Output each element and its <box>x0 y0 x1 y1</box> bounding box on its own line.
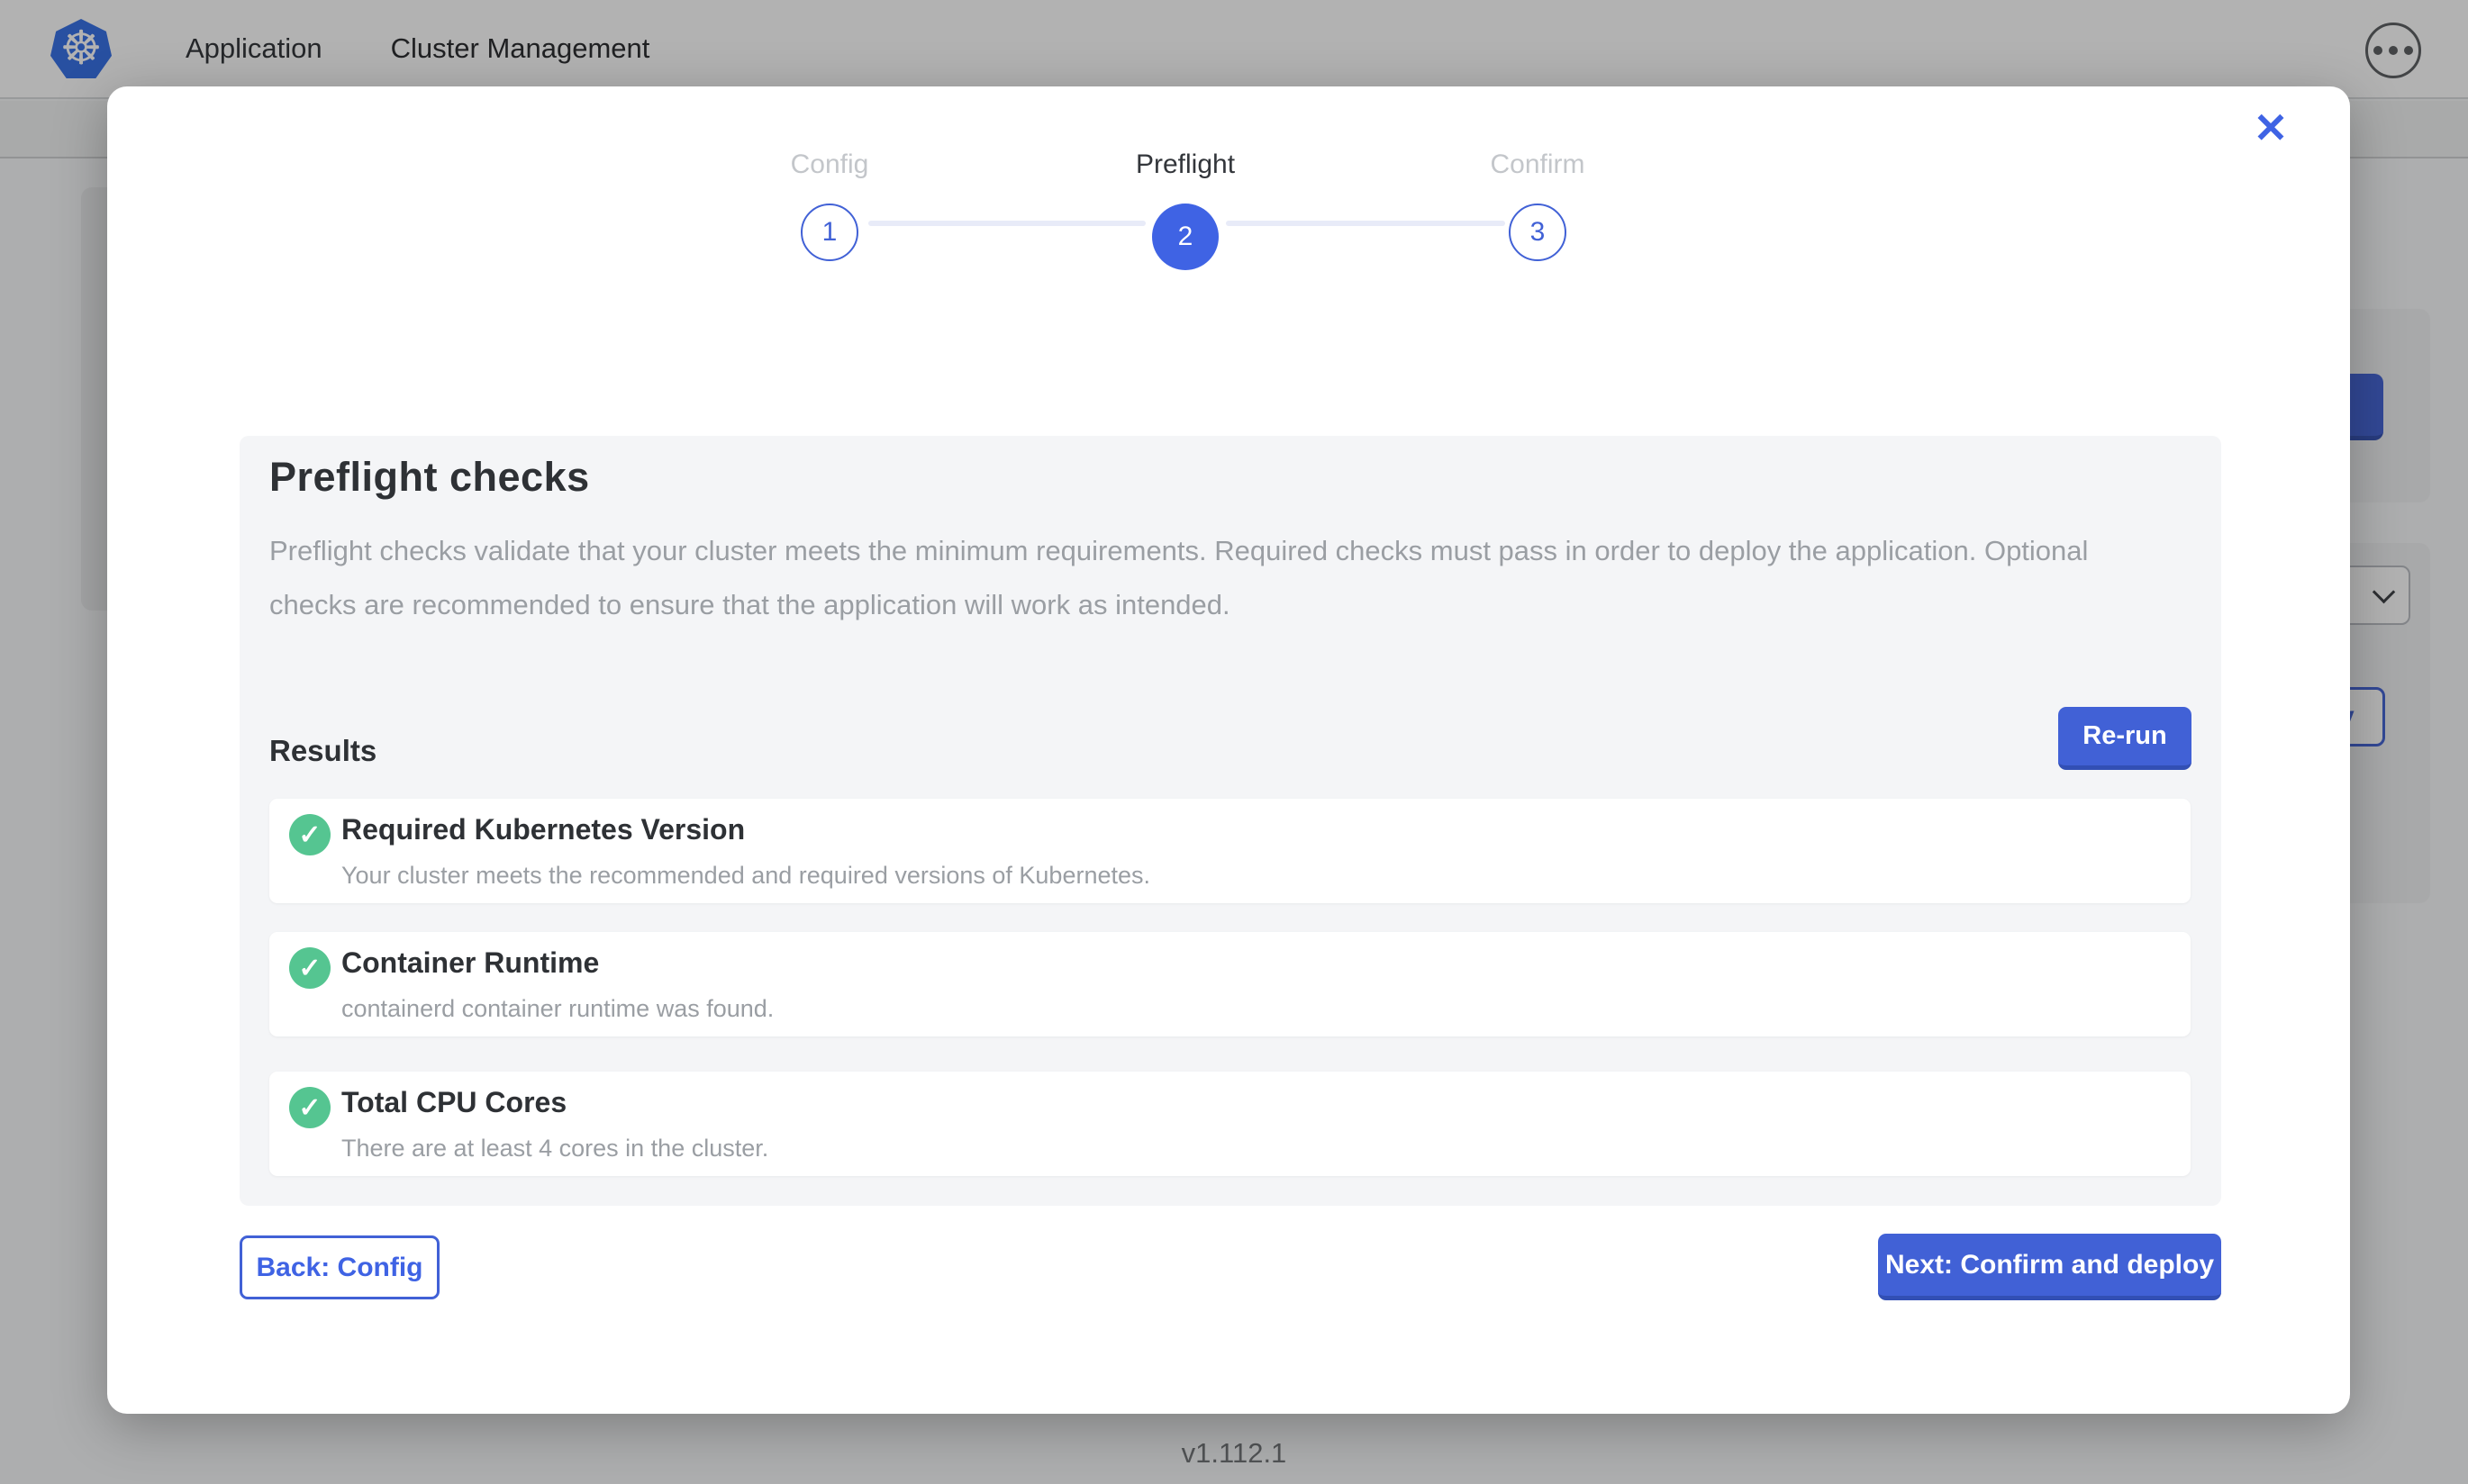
step-number-circle: 2 <box>1152 204 1219 270</box>
step-label: Confirm <box>1420 149 1655 180</box>
check-title: Container Runtime <box>341 946 599 980</box>
results-bar: Results Re-run <box>269 707 2191 775</box>
check-message: There are at least 4 cores in the cluste… <box>341 1135 768 1163</box>
check-row: ✓ Container Runtime containerd container… <box>269 932 2191 1036</box>
preflight-description: Preflight checks validate that your clus… <box>269 524 2143 632</box>
stepper-connector <box>868 221 1146 226</box>
check-title: Total CPU Cores <box>341 1086 567 1119</box>
step-number-circle: 3 <box>1509 204 1566 261</box>
stepper-step-config[interactable]: Config 1 <box>712 149 947 261</box>
page-title: Preflight checks <box>269 454 2191 501</box>
check-row: ✓ Total CPU Cores There are at least 4 c… <box>269 1072 2191 1176</box>
check-pass-icon: ✓ <box>289 814 331 855</box>
check-pass-icon: ✓ <box>289 947 331 989</box>
check-title: Required Kubernetes Version <box>341 813 745 846</box>
check-pass-icon: ✓ <box>289 1087 331 1128</box>
back-config-button[interactable]: Back: Config <box>240 1235 440 1299</box>
step-label: Preflight <box>1068 149 1302 180</box>
stepper-step-preflight[interactable]: Preflight 2 <box>1068 149 1302 270</box>
preflight-modal: ✕ Config 1 Preflight 2 Confirm 3 Preflig… <box>107 86 2350 1414</box>
check-row: ✓ Required Kubernetes Version Your clust… <box>269 799 2191 903</box>
check-message: containerd container runtime was found. <box>341 995 774 1023</box>
stepper-step-confirm[interactable]: Confirm 3 <box>1420 149 1655 261</box>
preflight-panel: Preflight checks Preflight checks valida… <box>240 436 2221 1206</box>
results-heading: Results <box>269 734 377 768</box>
next-confirm-deploy-button[interactable]: Next: Confirm and deploy <box>1878 1234 2221 1300</box>
check-message: Your cluster meets the recommended and r… <box>341 862 1150 890</box>
close-icon[interactable]: ✕ <box>2242 99 2300 157</box>
step-label: Config <box>712 149 947 180</box>
step-number-circle: 1 <box>801 204 858 261</box>
rerun-button[interactable]: Re-run <box>2058 707 2191 770</box>
stepper-connector <box>1226 221 1505 226</box>
screen: ☸ Application Cluster Management 0 y v1.… <box>0 0 2468 1484</box>
